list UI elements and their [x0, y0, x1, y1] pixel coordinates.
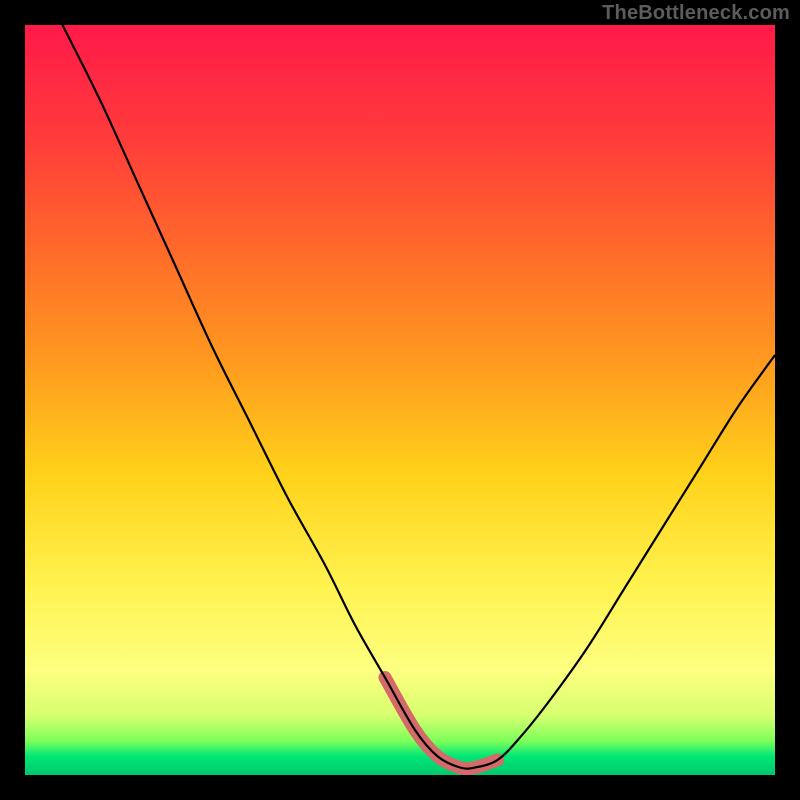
bottleneck-chart: [25, 25, 775, 775]
watermark-text: TheBottleneck.com: [602, 2, 790, 25]
gradient-background: [25, 25, 775, 775]
plot-area: [25, 25, 775, 775]
chart-frame: TheBottleneck.com: [0, 0, 800, 800]
